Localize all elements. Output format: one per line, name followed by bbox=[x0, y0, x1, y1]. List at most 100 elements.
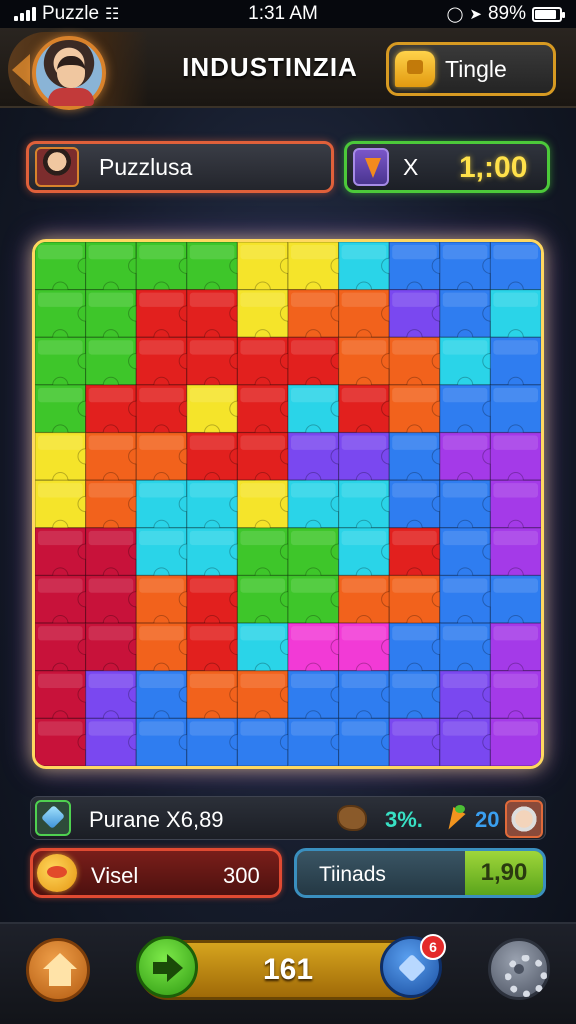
puzzle-grid[interactable] bbox=[35, 242, 541, 766]
puzzle-piece[interactable] bbox=[388, 527, 448, 584]
puzzle-piece[interactable] bbox=[388, 574, 448, 632]
puzzle-piece[interactable] bbox=[236, 431, 297, 489]
puzzle-piece[interactable] bbox=[135, 527, 195, 584]
puzzle-piece[interactable] bbox=[287, 574, 347, 632]
puzzle-piece[interactable] bbox=[287, 670, 347, 727]
puzzle-piece[interactable] bbox=[35, 574, 94, 632]
puzzle-piece[interactable] bbox=[84, 479, 145, 536]
puzzle-piece[interactable] bbox=[35, 242, 94, 298]
puzzle-piece[interactable] bbox=[84, 431, 145, 489]
puzzle-piece[interactable] bbox=[338, 431, 398, 489]
puzzle-piece[interactable] bbox=[287, 384, 347, 441]
puzzle-piece[interactable] bbox=[439, 670, 499, 727]
puzzle-piece[interactable] bbox=[388, 717, 448, 766]
puzzle-piece[interactable] bbox=[439, 527, 499, 584]
puzzle-piece[interactable] bbox=[135, 622, 195, 679]
puzzle-piece[interactable] bbox=[388, 479, 448, 536]
puzzle-piece[interactable] bbox=[439, 574, 499, 632]
puzzle-piece[interactable] bbox=[489, 717, 541, 766]
puzzle-piece[interactable] bbox=[35, 717, 94, 766]
avatar[interactable] bbox=[32, 36, 106, 110]
puzzle-piece[interactable] bbox=[338, 289, 398, 346]
puzzle-piece[interactable] bbox=[84, 384, 145, 441]
puzzle-piece[interactable] bbox=[287, 479, 347, 536]
puzzle-piece[interactable] bbox=[236, 479, 297, 536]
puzzle-piece[interactable] bbox=[135, 336, 195, 394]
puzzle-piece[interactable] bbox=[35, 527, 94, 584]
puzzle-piece[interactable] bbox=[186, 527, 246, 584]
puzzle-piece[interactable] bbox=[489, 670, 541, 727]
puzzle-piece[interactable] bbox=[84, 527, 145, 584]
puzzle-piece[interactable] bbox=[35, 670, 94, 727]
puzzle-piece[interactable] bbox=[236, 622, 297, 679]
profile-panel[interactable] bbox=[8, 32, 148, 110]
puzzle-piece[interactable] bbox=[84, 289, 145, 346]
puzzle-piece[interactable] bbox=[338, 574, 398, 632]
puzzle-piece[interactable] bbox=[186, 717, 246, 766]
puzzle-piece[interactable] bbox=[236, 717, 297, 766]
puzzle-piece[interactable] bbox=[489, 242, 541, 298]
puzzle-piece[interactable] bbox=[84, 574, 145, 632]
puzzle-piece[interactable] bbox=[135, 242, 195, 298]
puzzle-piece[interactable] bbox=[388, 336, 448, 394]
puzzle-piece[interactable] bbox=[287, 431, 347, 489]
puzzle-piece[interactable] bbox=[338, 336, 398, 394]
puzzle-board[interactable] bbox=[32, 239, 544, 769]
puzzle-piece[interactable] bbox=[35, 479, 94, 536]
puzzle-piece[interactable] bbox=[338, 479, 398, 536]
puzzle-piece[interactable] bbox=[439, 242, 499, 298]
puzzle-piece[interactable] bbox=[84, 717, 145, 766]
puzzle-piece[interactable] bbox=[439, 431, 499, 489]
puzzle-piece[interactable] bbox=[186, 479, 246, 536]
puzzle-piece[interactable] bbox=[186, 289, 246, 346]
puzzle-piece[interactable] bbox=[388, 242, 448, 298]
grandma-avatar[interactable] bbox=[505, 800, 543, 838]
puzzle-piece[interactable] bbox=[236, 336, 297, 394]
player-card[interactable]: Puzzlusa bbox=[26, 141, 334, 193]
puzzle-piece[interactable] bbox=[388, 431, 448, 489]
puzzle-piece[interactable] bbox=[388, 622, 448, 679]
puzzle-piece[interactable] bbox=[236, 527, 297, 584]
puzzle-piece[interactable] bbox=[236, 384, 297, 441]
puzzle-piece[interactable] bbox=[84, 670, 145, 727]
tiinads-card[interactable]: Tiinads 1,90 bbox=[294, 848, 546, 898]
puzzle-piece[interactable] bbox=[439, 289, 499, 346]
puzzle-piece[interactable] bbox=[35, 289, 94, 346]
puzzle-piece[interactable] bbox=[489, 479, 541, 536]
puzzle-piece[interactable] bbox=[489, 574, 541, 632]
puzzle-piece[interactable] bbox=[236, 670, 297, 727]
back-arrow-icon[interactable] bbox=[12, 54, 30, 86]
puzzle-piece[interactable] bbox=[388, 670, 448, 727]
puzzle-piece[interactable] bbox=[35, 336, 94, 394]
puzzle-piece[interactable] bbox=[439, 336, 499, 394]
puzzle-piece[interactable] bbox=[489, 289, 541, 346]
puzzle-piece[interactable] bbox=[135, 289, 195, 346]
puzzle-piece[interactable] bbox=[186, 670, 246, 727]
puzzle-piece[interactable] bbox=[439, 479, 499, 536]
puzzle-piece[interactable] bbox=[135, 574, 195, 632]
puzzle-piece[interactable] bbox=[186, 431, 246, 489]
puzzle-piece[interactable] bbox=[236, 574, 297, 632]
gem-icon[interactable] bbox=[35, 800, 71, 836]
puzzle-piece[interactable] bbox=[135, 717, 195, 766]
puzzle-piece[interactable] bbox=[135, 670, 195, 727]
puzzle-piece[interactable] bbox=[287, 527, 347, 584]
puzzle-piece[interactable] bbox=[489, 336, 541, 394]
tingle-button[interactable]: Tingle bbox=[386, 42, 556, 96]
puzzle-piece[interactable] bbox=[287, 289, 347, 346]
puzzle-piece[interactable] bbox=[35, 384, 94, 441]
visel-card[interactable]: Visel 300 bbox=[30, 848, 282, 898]
puzzle-piece[interactable] bbox=[287, 622, 347, 679]
puzzle-piece[interactable] bbox=[338, 527, 398, 584]
puzzle-piece[interactable] bbox=[489, 527, 541, 584]
puzzle-piece[interactable] bbox=[388, 384, 448, 441]
puzzle-piece[interactable] bbox=[439, 622, 499, 679]
puzzle-piece[interactable] bbox=[338, 670, 398, 727]
puzzle-piece[interactable] bbox=[489, 384, 541, 441]
puzzle-piece[interactable] bbox=[236, 289, 297, 346]
puzzle-piece[interactable] bbox=[236, 242, 297, 298]
puzzle-piece[interactable] bbox=[135, 431, 195, 489]
puzzle-piece[interactable] bbox=[338, 242, 398, 298]
puzzle-piece[interactable] bbox=[186, 242, 246, 298]
puzzle-piece[interactable] bbox=[186, 574, 246, 632]
